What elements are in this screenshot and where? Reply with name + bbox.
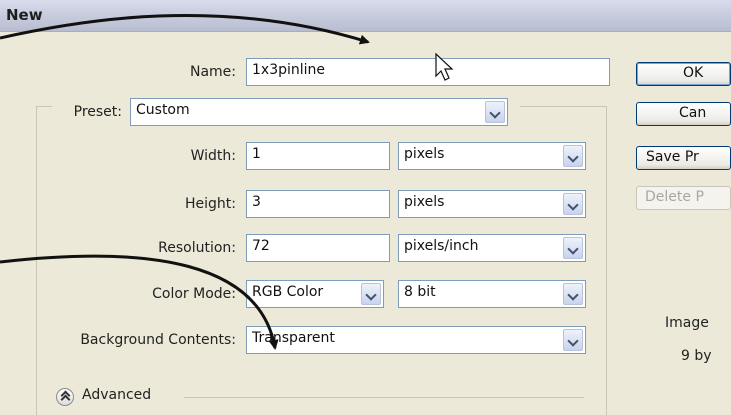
- height-label: Height:: [185, 196, 236, 212]
- image-size-label: Image: [665, 315, 709, 331]
- resolution-unit-select[interactable]: pixels/inch: [398, 234, 586, 262]
- height-unit-value: pixels: [404, 194, 445, 210]
- name-input[interactable]: 1x3pinline: [246, 58, 610, 86]
- resolution-input[interactable]: 72: [246, 234, 390, 262]
- delete-preset-button: Delete P: [636, 186, 731, 210]
- color-mode-value: RGB Color: [252, 284, 324, 300]
- preset-group-frame-top-left: [36, 106, 52, 107]
- bit-depth-value: 8 bit: [404, 284, 436, 300]
- advanced-toggle-label[interactable]: Advanced: [82, 387, 151, 403]
- width-unit-value: pixels: [404, 146, 445, 162]
- preset-select-value: Custom: [136, 102, 190, 118]
- background-contents-label: Background Contents:: [80, 332, 236, 348]
- chevron-down-icon[interactable]: [563, 145, 583, 167]
- chevron-down-icon[interactable]: [563, 283, 583, 305]
- preset-group-frame-right: [606, 106, 607, 415]
- bit-depth-select[interactable]: 8 bit: [398, 280, 586, 308]
- width-input[interactable]: 1: [246, 142, 390, 170]
- width-unit-select[interactable]: pixels: [398, 142, 586, 170]
- background-contents-value: Transparent: [252, 330, 335, 346]
- chevron-down-icon[interactable]: [563, 193, 583, 215]
- preset-select[interactable]: Custom: [130, 98, 508, 126]
- background-contents-select[interactable]: Transparent: [246, 326, 586, 354]
- advanced-divider: [184, 397, 584, 398]
- save-preset-button[interactable]: Save Pr: [636, 146, 731, 170]
- image-size-value: 9 by: [681, 348, 712, 364]
- ok-button[interactable]: OK: [636, 62, 731, 86]
- title-bar: New: [0, 0, 731, 32]
- color-mode-select[interactable]: RGB Color: [246, 280, 384, 308]
- double-chevron-up-icon[interactable]: [56, 388, 74, 406]
- preset-group-frame-left: [36, 106, 37, 415]
- name-label: Name:: [189, 64, 236, 80]
- height-unit-select[interactable]: pixels: [398, 190, 586, 218]
- preset-group-frame-top-right: [520, 106, 606, 107]
- preset-label: Preset:: [73, 104, 122, 120]
- color-mode-label: Color Mode:: [152, 286, 236, 302]
- resolution-unit-value: pixels/inch: [404, 238, 479, 254]
- chevron-down-icon[interactable]: [563, 237, 583, 259]
- chevron-down-icon[interactable]: [485, 101, 505, 123]
- chevron-down-icon[interactable]: [563, 329, 583, 351]
- resolution-label: Resolution:: [158, 240, 236, 256]
- width-label: Width:: [190, 148, 236, 164]
- window-title: New: [6, 6, 43, 24]
- cancel-button[interactable]: Can: [636, 102, 731, 126]
- chevron-down-icon[interactable]: [361, 283, 381, 305]
- height-input[interactable]: 3: [246, 190, 390, 218]
